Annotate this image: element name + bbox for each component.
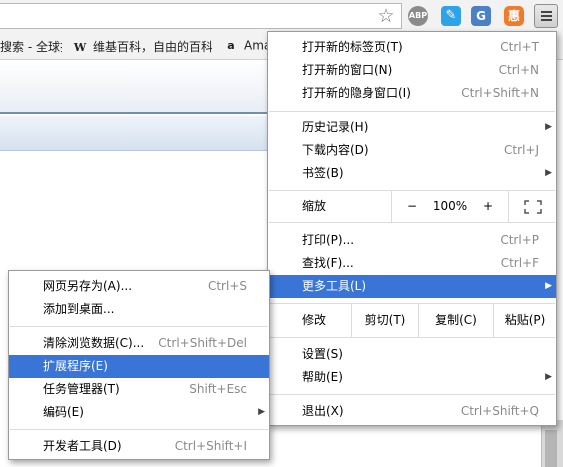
bookmark-label: Ama <box>244 38 268 53</box>
wikipedia-icon: W <box>73 40 87 54</box>
menu-separator <box>10 326 268 327</box>
menu-item-label: 编码(E) <box>43 405 84 419</box>
page-header-band <box>0 60 270 114</box>
submenu-item-encoding[interactable]: 编码(E) ▶ <box>9 401 269 424</box>
menu-item-label: 打开新的窗口(N) <box>302 63 393 77</box>
bookmark-item[interactable]: 搜索 - 全球排 <box>0 38 62 55</box>
menu-item-label: 网页另存为(A)... <box>43 279 133 293</box>
submenu-arrow-icon: ▶ <box>258 407 265 417</box>
menu-item-label: 任务管理器(T) <box>43 382 120 396</box>
bookmark-item-amazon[interactable]: a Ama <box>223 38 268 54</box>
menu-item-label: 下载内容(D) <box>302 143 369 157</box>
menu-item-label: 书签(B) <box>302 166 344 180</box>
menu-item-new-tab[interactable]: 打开新的标签页(T) Ctrl+T <box>268 36 556 59</box>
cut-button[interactable]: 剪切(T) <box>352 304 418 337</box>
submenu-item-add-to-desktop[interactable]: 添加到桌面... <box>9 298 269 321</box>
translate-icon[interactable]: G <box>471 6 491 26</box>
menu-item-more-tools[interactable]: 更多工具(L) ▶ <box>268 275 556 298</box>
menu-item-label: 设置(S) <box>302 347 343 361</box>
menu-item-label: 打印(P)... <box>302 233 355 247</box>
menu-item-shortcut: Ctrl+Shift+I <box>174 439 247 453</box>
submenu-item-clear-data[interactable]: 清除浏览数据(C)... Ctrl+Shift+Del <box>9 332 269 355</box>
you-icon[interactable]: 惠 <box>504 6 524 26</box>
menu-item-label: 更多工具(L) <box>302 279 367 293</box>
menu-item-history[interactable]: 历史记录(H) ▶ <box>268 116 556 139</box>
menu-item-label: 添加到桌面... <box>43 302 115 316</box>
menu-item-print[interactable]: 打印(P)... Ctrl+P <box>268 229 556 252</box>
submenu-arrow-icon: ▶ <box>545 168 552 178</box>
menu-item-shortcut: Ctrl+P <box>500 233 539 247</box>
bookmark-label: 维基百科，自由的百科 <box>93 40 212 54</box>
more-tools-submenu: 网页另存为(A)... Ctrl+S 添加到桌面... 清除浏览数据(C)...… <box>8 270 270 460</box>
copy-button[interactable]: 复制(C) <box>419 304 493 337</box>
page-nav-band <box>0 116 270 151</box>
menu-item-shortcut: Ctrl+N <box>498 63 539 77</box>
menu-item-bookmarks[interactable]: 书签(B) ▶ <box>268 162 556 185</box>
menu-item-shortcut: Ctrl+Shift+N <box>461 86 539 100</box>
zoom-label: 缩放 <box>302 199 327 213</box>
menu-item-new-window[interactable]: 打开新的窗口(N) Ctrl+N <box>268 59 556 82</box>
menu-item-shortcut: Ctrl+J <box>504 143 539 157</box>
menu-separator <box>10 429 268 430</box>
menu-item-label: 历史记录(H) <box>302 120 369 134</box>
menu-item-label: 打开新的标签页(T) <box>302 40 403 54</box>
menu-zoom-row: 缩放 − 100% + <box>268 191 556 222</box>
menu-item-help[interactable]: 帮助(E) ▶ <box>268 366 556 389</box>
bookmark-item-wikipedia[interactable]: W 维基百科，自由的百科 <box>72 38 212 56</box>
chrome-menu-button[interactable] <box>534 4 558 28</box>
bookmark-label: 搜索 - 全球排 <box>0 40 62 54</box>
menu-item-label: 扩展程序(E) <box>43 359 108 373</box>
menu-separator <box>269 111 555 112</box>
menu-item-label: 退出(X) <box>302 404 344 418</box>
submenu-item-dev-tools[interactable]: 开发者工具(D) Ctrl+Shift+I <box>9 435 269 458</box>
submenu-item-extensions[interactable]: 扩展程序(E) <box>9 355 269 378</box>
menu-separator <box>269 222 555 223</box>
zoom-out-button[interactable]: − <box>402 191 422 222</box>
menu-item-new-incognito[interactable]: 打开新的隐身窗口(I) Ctrl+Shift+N <box>268 82 556 105</box>
menu-item-downloads[interactable]: 下载内容(D) Ctrl+J <box>268 139 556 162</box>
menu-item-shortcut: Ctrl+S <box>207 279 247 293</box>
abp-icon[interactable]: ABP <box>408 6 428 26</box>
menu-separator <box>269 337 555 338</box>
zoom-level: 100% <box>432 199 468 213</box>
menu-item-exit[interactable]: 退出(X) Ctrl+Shift+Q <box>268 400 556 423</box>
menu-item-shortcut: Ctrl+Shift+Q <box>460 404 539 418</box>
pen-icon[interactable]: ✎ <box>441 6 461 26</box>
submenu-arrow-icon: ▶ <box>545 122 552 132</box>
submenu-arrow-icon: ▶ <box>545 372 552 382</box>
address-bar[interactable] <box>0 3 402 29</box>
submenu-item-task-manager[interactable]: 任务管理器(T) Shift+Esc <box>9 378 269 401</box>
menu-item-shortcut: Ctrl+Shift+Del <box>158 336 247 350</box>
menu-item-label: 清除浏览数据(C)... <box>43 336 145 350</box>
menu-item-label: 打开新的隐身窗口(I) <box>302 86 411 100</box>
menu-separator <box>269 394 555 395</box>
menu-item-settings[interactable]: 设置(S) <box>268 343 556 366</box>
edit-label: 修改 <box>302 313 327 327</box>
hamburger-icon <box>541 11 552 13</box>
menu-item-shortcut: Shift+Esc <box>189 382 247 396</box>
scrollbar-thumb[interactable] <box>545 430 557 467</box>
menu-item-find[interactable]: 查找(F)... Ctrl+F <box>268 252 556 275</box>
menu-item-shortcut: Ctrl+F <box>500 256 539 270</box>
paste-button[interactable]: 粘贴(P) <box>494 304 556 337</box>
browser-toolbar: ☆ ABP ✎ G 惠 <box>0 0 563 33</box>
menu-edit-row: 修改 剪切(T) 复制(C) 粘贴(P) <box>268 304 556 337</box>
zoom-in-button[interactable]: + <box>478 191 498 222</box>
fullscreen-icon[interactable] <box>521 191 545 222</box>
menu-item-label: 开发者工具(D) <box>43 439 122 453</box>
menu-item-shortcut: Ctrl+T <box>500 40 539 54</box>
menu-item-label: 帮助(E) <box>302 370 343 384</box>
bookmark-star-icon[interactable]: ☆ <box>375 5 397 27</box>
submenu-arrow-icon: ▶ <box>545 281 552 291</box>
menu-item-label: 查找(F)... <box>302 256 354 270</box>
amazon-icon: a <box>227 39 235 52</box>
chrome-main-menu: 打开新的标签页(T) Ctrl+T 打开新的窗口(N) Ctrl+N 打开新的隐… <box>267 31 557 426</box>
submenu-item-save-page[interactable]: 网页另存为(A)... Ctrl+S <box>9 275 269 298</box>
